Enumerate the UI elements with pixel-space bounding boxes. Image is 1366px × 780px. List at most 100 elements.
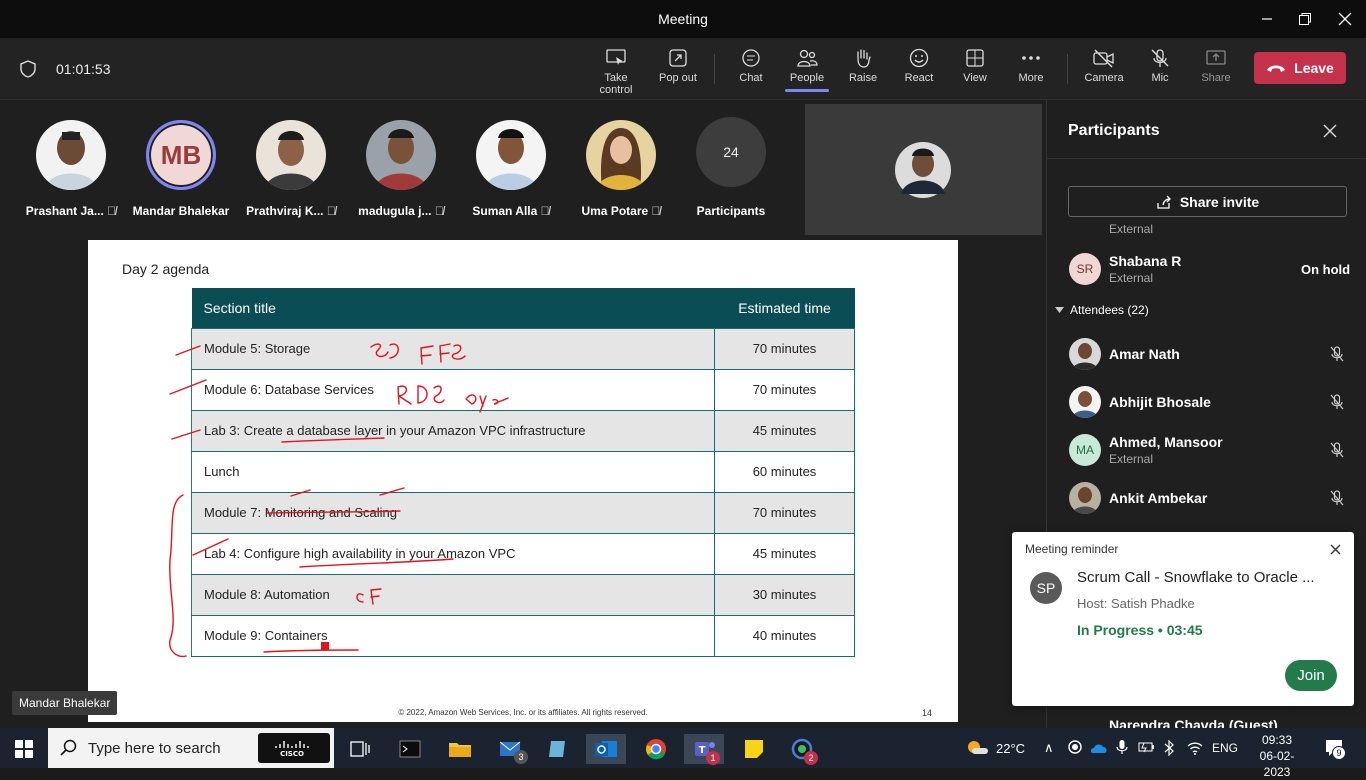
ink-annotations xyxy=(169,343,509,658)
people-icon xyxy=(797,49,818,67)
participant-name: Prathviraj K... xyxy=(246,204,324,218)
battery-icon[interactable] xyxy=(1138,740,1156,759)
participant-tile[interactable]: Uma Potare 🎙̸ xyxy=(566,120,676,218)
workspace-app-icon[interactable]: 2 xyxy=(782,734,822,765)
mic-off-icon: 🎙̸ xyxy=(540,204,550,218)
windows-logo-icon xyxy=(15,740,33,758)
outlook-icon[interactable] xyxy=(586,734,626,764)
record-icon[interactable] xyxy=(1068,740,1082,759)
start-button[interactable] xyxy=(4,734,44,764)
participants-overflow-tile[interactable]: 24 Participants xyxy=(676,117,786,218)
toolbar-divider xyxy=(714,54,715,84)
sticky-notes-icon[interactable] xyxy=(734,734,774,764)
participant-tile[interactable]: Suman Alla 🎙̸ xyxy=(456,120,566,218)
cisco-logo-icon: CISCO xyxy=(275,741,309,758)
join-button[interactable]: Join xyxy=(1285,660,1337,691)
more-label: More xyxy=(1018,72,1044,84)
participant-sub: External xyxy=(1109,222,1154,236)
weather-icon[interactable] xyxy=(964,738,990,763)
participant-tile[interactable]: Prashant Ja... 🎙̸ xyxy=(16,120,126,218)
avatar xyxy=(586,120,656,190)
mic-off-icon: 🎙̸ xyxy=(326,204,336,218)
participant-row[interactable]: Abhijit Bhosale xyxy=(1069,382,1359,422)
chat-button[interactable]: Chat xyxy=(723,48,779,84)
shared-slide: Day 2 agenda Section title Estimated tim… xyxy=(88,240,958,722)
share-button[interactable]: Share xyxy=(1188,48,1244,84)
cisco-logo[interactable]: CISCO xyxy=(258,733,330,763)
mail-app-icon[interactable]: 3 xyxy=(490,734,530,764)
shield-icon[interactable] xyxy=(20,60,36,83)
view-button[interactable]: View xyxy=(947,48,1003,84)
wifi-icon[interactable] xyxy=(1186,740,1204,761)
avatar: MB xyxy=(146,120,216,190)
file-explorer-icon[interactable] xyxy=(440,734,480,764)
terminal-app-icon[interactable] xyxy=(390,734,430,764)
close-icon xyxy=(1330,544,1341,555)
notifications-icon[interactable]: 9 xyxy=(1324,738,1346,763)
taskbar-search-box[interactable]: Type here to search CISCO xyxy=(48,728,334,768)
presenter-label: Mandar Bhalekar xyxy=(12,691,118,715)
people-active-indicator xyxy=(785,89,829,92)
clock[interactable]: 09:33 06-02-2023 xyxy=(1250,732,1304,780)
avatar: SR xyxy=(1069,253,1101,285)
participant-tile[interactable]: Prathviraj K... 🎙̸ xyxy=(236,120,346,218)
participant-tile[interactable]: madugula j... 🎙̸ xyxy=(346,120,456,218)
chevron-up-icon[interactable]: ∧ xyxy=(1044,740,1054,756)
slide-footer: © 2022, Amazon Web Services, Inc. or its… xyxy=(398,708,648,717)
take-control-button[interactable]: Take control xyxy=(587,48,645,96)
mic-off-icon xyxy=(1329,394,1345,415)
notes-app-icon[interactable] xyxy=(538,734,578,764)
participant-tile-active-speaker[interactable]: MB Mandar Bhalekar xyxy=(126,120,236,218)
self-video-tile[interactable] xyxy=(805,104,1042,235)
language-indicator[interactable]: ENG xyxy=(1212,741,1238,755)
avatar xyxy=(366,120,436,190)
participant-name: Suman Alla xyxy=(472,204,538,218)
view-grid-icon xyxy=(966,49,984,67)
participant-row[interactable]: Ankit Ambekar xyxy=(1069,478,1359,518)
title-bar: Meeting xyxy=(0,0,1366,38)
task-view-icon[interactable] xyxy=(340,734,380,764)
raise-label: Raise xyxy=(848,72,878,84)
participant-name: Shabana R xyxy=(1109,253,1182,269)
self-video-avatar xyxy=(895,142,951,198)
camera-button[interactable]: Camera xyxy=(1076,48,1132,84)
bluetooth-icon[interactable] xyxy=(1162,739,1176,761)
participant-sub: External xyxy=(1109,452,1154,466)
microphone-tray-icon[interactable] xyxy=(1116,739,1128,760)
participant-row-shabana[interactable]: SR Shabana R External On hold xyxy=(1069,249,1359,289)
minimize-button[interactable] xyxy=(1252,6,1282,32)
participant-row-partial[interactable]: External xyxy=(1069,206,1359,238)
participant-name: Amar Nath xyxy=(1109,346,1180,362)
notification-badge: 9 xyxy=(1332,746,1346,760)
clock-date: 06-02-2023 xyxy=(1259,749,1295,779)
participant-row[interactable]: Amar Nath xyxy=(1069,334,1359,374)
participant-status: On hold xyxy=(1301,262,1351,277)
react-button[interactable]: React xyxy=(891,48,947,84)
mic-off-icon: 🎙̸ xyxy=(107,204,117,218)
react-emoji-icon xyxy=(909,48,929,68)
svg-text:CISCO: CISCO xyxy=(280,750,304,758)
pop-out-button[interactable]: Pop out xyxy=(650,48,706,84)
chrome-icon[interactable] xyxy=(636,734,676,764)
attendees-section-toggle[interactable]: Attendees (22) xyxy=(1055,303,1149,317)
mic-off-icon xyxy=(1329,490,1345,511)
mic-button[interactable]: Mic xyxy=(1132,48,1188,84)
mic-off-icon xyxy=(1329,442,1345,463)
leave-button[interactable]: Leave xyxy=(1254,52,1346,84)
onedrive-icon[interactable] xyxy=(1090,741,1108,759)
raise-hand-button[interactable]: Raise xyxy=(835,48,891,84)
participants-label: Participants xyxy=(696,204,766,218)
people-button[interactable]: People xyxy=(779,48,835,92)
search-icon xyxy=(60,739,77,756)
avatar xyxy=(1069,338,1101,370)
pen-cursor-icon xyxy=(321,642,329,650)
maximize-button[interactable] xyxy=(1290,6,1320,32)
close-panel-button[interactable] xyxy=(1323,124,1337,143)
meeting-timer: 01:01:53 xyxy=(56,61,111,77)
teams-icon[interactable]: T 1 xyxy=(684,734,724,765)
participant-row[interactable]: MA Ahmed, Mansoor External xyxy=(1069,430,1359,470)
more-button[interactable]: More xyxy=(1003,48,1059,84)
close-reminder-button[interactable] xyxy=(1330,542,1341,560)
close-window-button[interactable] xyxy=(1330,6,1360,32)
slide-page-number: 14 xyxy=(922,708,933,718)
